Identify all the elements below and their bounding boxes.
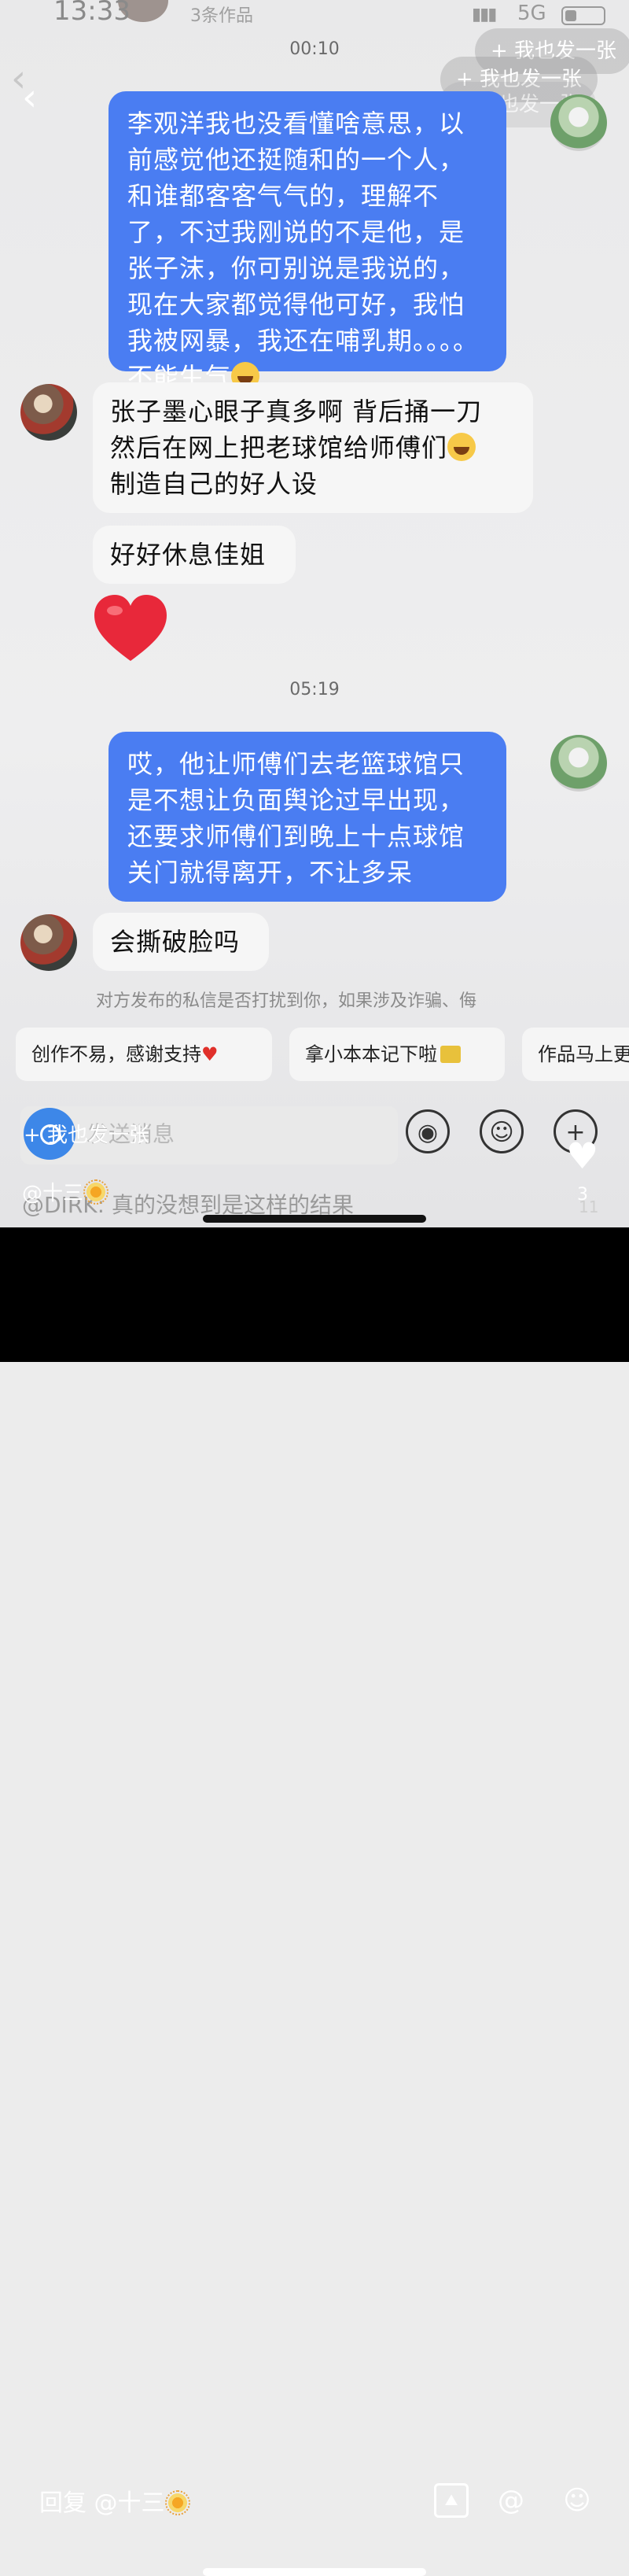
avatar-self[interactable] [550, 94, 607, 151]
avatar-contact[interactable] [20, 384, 77, 441]
signal-icon: ▮▮▮ [472, 5, 497, 24]
harassment-notice: 对方发布的私信是否打扰到你，如果涉及诈骗、侮 [96, 991, 477, 1011]
status-time: 13:33 [53, 0, 131, 27]
message-text: 张子墨心眼子真多啊 背后捅一刀 [110, 397, 483, 426]
timestamp: 00:10 [289, 39, 340, 59]
flower-emoji-icon [164, 2490, 190, 2515]
me-too-overlay-button[interactable]: + 我也发一张 [24, 1119, 149, 1148]
message-text: 制造自己的好人设 [110, 469, 318, 499]
like-heart-icon[interactable]: ♥ [566, 1138, 598, 1174]
message-text: 然后在网上把老球馆给师傅们 [110, 433, 448, 463]
notebook-icon [440, 1046, 461, 1063]
message-bubble-received: 会撕破脸吗 [93, 913, 269, 971]
battery-icon [561, 6, 605, 25]
heart-sticker-icon [94, 595, 167, 661]
timestamp: 05:19 [289, 680, 340, 699]
message-text: 好好休息佳姐 [110, 540, 267, 570]
avatar-self[interactable] [550, 735, 607, 792]
quick-reply-chip[interactable]: 创作不易，感谢支持♥ [16, 1028, 272, 1081]
voice-icon[interactable]: ◉ [406, 1109, 450, 1153]
message-bubble-sent: 李观洋我也没看懂啥意思，以前感觉他还挺随和的一个人，和谁都客客气气的，理解不了，… [109, 91, 506, 392]
smiley-icon[interactable]: ☺ [560, 2483, 594, 2518]
screenshot-home-indicator [203, 1215, 426, 1223]
image-icon[interactable]: ⛰ [434, 2483, 469, 2518]
message-text: 哎，他让师傅们去老篮球馆只是不想让负面舆论过早出现，还要求师傅们到晚上十点球馆关… [127, 749, 465, 888]
heart-icon: ♥ [201, 1043, 219, 1065]
quick-reply-chip[interactable]: 拿小本本记下啦 [289, 1028, 505, 1081]
works-count: 3条作品 [190, 6, 253, 26]
flower-emoji-icon [83, 1179, 109, 1205]
home-indicator [203, 2568, 426, 2576]
message-text: 会撕破脸吗 [110, 927, 241, 957]
laughing-emoji-icon [447, 433, 476, 461]
status-bar: 13:33 3条作品 ▮▮▮ 5G [0, 0, 629, 31]
chat-screenshot: 13:33 3条作品 ▮▮▮ 5G + 我也发一张 + 我也发一张 + 我也发一… [0, 0, 629, 1227]
reply-input[interactable]: 回复 @十三 [39, 2483, 190, 2518]
avatar-contact[interactable] [20, 914, 77, 971]
message-bubble-received: 张子墨心眼子真多啊 背后捅一刀 然后在网上把老球馆给师傅们 制造自己的好人设 [93, 382, 533, 513]
comment-bar: 回复 @十三 ⛰ @ ☺ [0, 1227, 629, 2576]
post-author[interactable]: @十三 [22, 1177, 109, 1206]
at-icon[interactable]: @ [494, 2483, 528, 2518]
comment-badge: 11 [579, 1198, 599, 1216]
message-text: 李观洋我也没看懂啥意思，以前感觉他还挺随和的一个人，和谁都客客气气的，理解不了，… [127, 109, 480, 392]
emoji-icon[interactable]: ☺ [480, 1109, 524, 1153]
network-label: 5G [517, 2, 546, 25]
message-bubble-sent: 哎，他让师傅们去老篮球馆只是不想让负面舆论过早出现，还要求师傅们到晚上十点球馆关… [109, 732, 506, 902]
quick-reply-chip[interactable]: 作品马上更 [522, 1028, 629, 1081]
back-icon[interactable]: ‹ [22, 79, 37, 116]
message-bubble-received: 好好休息佳姐 [93, 526, 296, 584]
